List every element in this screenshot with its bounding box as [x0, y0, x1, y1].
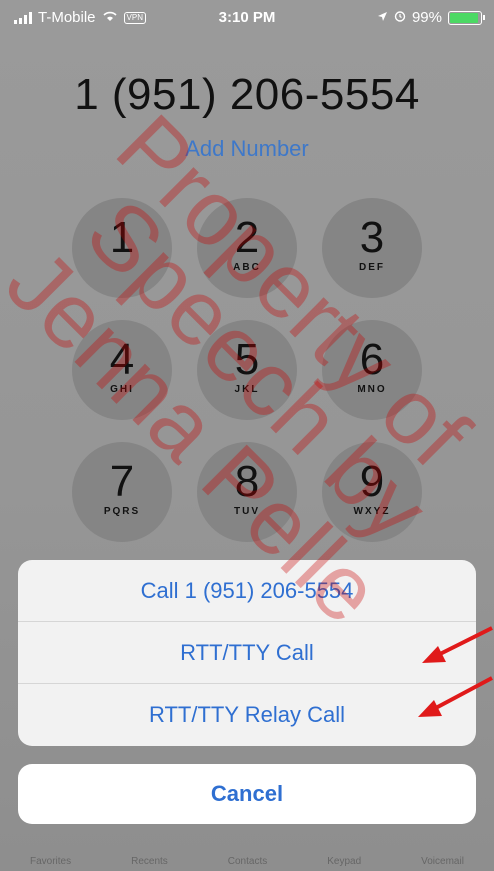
dialer-screen: T-Mobile VPN 3:10 PM 99% 1 (951) 206-555… — [0, 0, 494, 871]
arrow-to-rtt-tty-relay-call — [431, 676, 493, 712]
arrow-to-rtt-tty-call — [435, 626, 493, 658]
arrow-group — [418, 626, 493, 717]
annotation-arrows — [418, 626, 493, 717]
